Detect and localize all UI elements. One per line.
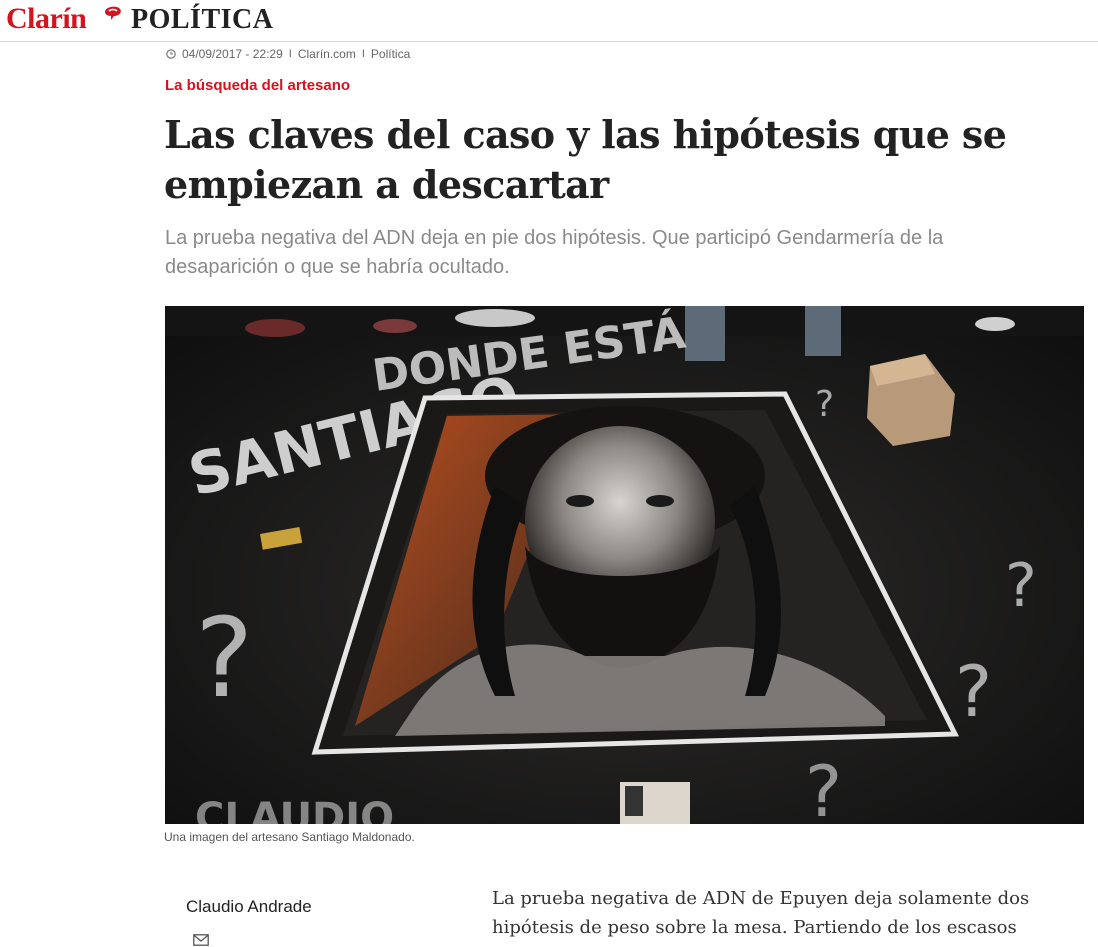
speech-bubble-logo-icon <box>105 6 121 21</box>
site-link[interactable]: Clarín.com <box>298 47 356 61</box>
image-caption: Una imagen del artesano Santiago Maldona… <box>164 830 415 844</box>
clarin-logo[interactable]: Clarín <box>6 0 87 38</box>
svg-text:?: ? <box>1005 551 1037 621</box>
article-headline: Las claves del caso y las hipótesis que … <box>164 112 1007 207</box>
chalk-portrait-photo: DONDE ESTÁ SANTIAGO CLAUDIO ? ? ? ? ? <box>165 306 1084 824</box>
clock-icon <box>166 49 176 59</box>
chalk-text-bottom: CLAUDIO <box>195 795 394 824</box>
article-page: Clarín POLÍTICA 04/09/2017 - 22:29 I Cla… <box>0 0 1098 947</box>
mail-icon[interactable] <box>193 934 209 946</box>
site-header: Clarín POLÍTICA <box>0 0 1098 42</box>
svg-text:?: ? <box>955 651 992 733</box>
svg-text:?: ? <box>815 384 834 425</box>
section-title[interactable]: POLÍTICA <box>131 0 273 40</box>
category-link[interactable]: Política <box>371 47 410 61</box>
article-body-first-paragraph: La prueba negativa de ADN de Epuyen deja… <box>492 888 1030 947</box>
svg-text:?: ? <box>805 751 842 824</box>
article-kicker[interactable]: La búsqueda del artesano <box>165 77 350 94</box>
article-subhead: La prueba negativa del ADN deja en pie d… <box>165 227 944 278</box>
article-main-image[interactable]: DONDE ESTÁ SANTIAGO CLAUDIO ? ? ? ? ? <box>165 306 1084 824</box>
publish-datetime: 04/09/2017 - 22:29 <box>182 47 283 61</box>
meta-separator: I <box>361 48 365 60</box>
article-meta: 04/09/2017 - 22:29 I Clarín.com I Políti… <box>166 46 410 62</box>
svg-text:?: ? <box>195 594 253 722</box>
author-name[interactable]: Claudio Andrade <box>186 897 312 917</box>
meta-separator: I <box>288 48 292 60</box>
